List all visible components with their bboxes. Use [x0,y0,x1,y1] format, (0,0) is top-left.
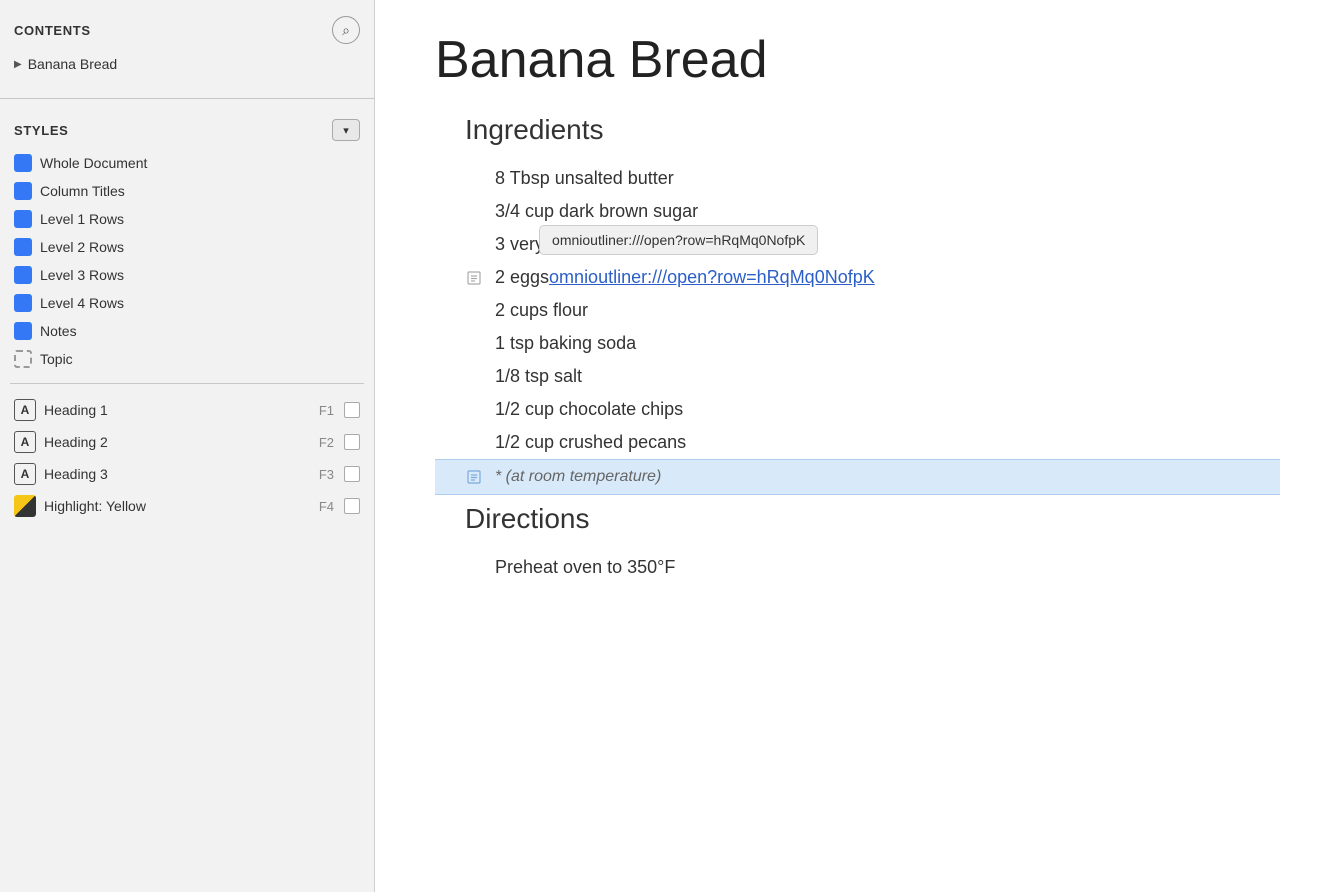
styles-list: Whole Document Column Titles Level 1 Row… [0,149,374,373]
contents-label: CONTENTS [14,23,91,38]
table-row: Preheat oven to 350°F [435,551,1280,584]
directions-heading: Directions [435,503,1280,535]
row-text: 3/4 cup dark brown sugar [495,201,698,222]
table-row: 3/4 cup dark brown sugar [435,195,1280,228]
heading-shortcut: F3 [319,467,334,482]
table-row: 2 eggs omnioutliner:///open?row=hRqMq0No… [435,261,1280,294]
style-icon-blue [14,266,32,284]
heading-item-label: Heading 1 [44,402,319,418]
row-text-prefix: 2 eggs [495,267,549,288]
style-icon-blue [14,322,32,340]
heading-checkbox[interactable] [344,466,360,482]
style-item-topic[interactable]: Topic [10,345,364,373]
table-row: 8 Tbsp unsalted butter [435,162,1280,195]
row-text: 1/8 tsp salt [495,366,582,387]
heading-item-highlight-yellow[interactable]: Highlight: Yellow F4 [10,490,364,522]
heading-item-label: Heading 3 [44,466,319,482]
tree-item-label: Banana Bread [28,56,118,72]
style-icon-blue [14,182,32,200]
heading-item-label: Highlight: Yellow [44,498,319,514]
table-row: 1/2 cup crushed pecans [435,426,1280,459]
style-item-level2-rows[interactable]: Level 2 Rows [10,233,364,261]
ingredients-section: Ingredients 8 Tbsp unsalted butter 3/4 c… [435,114,1280,495]
row-text: 1/2 cup crushed pecans [495,432,686,453]
directions-section: Directions Preheat oven to 350°F [435,503,1280,584]
heading-item-3[interactable]: A Heading 3 F3 [10,458,364,490]
style-item-notes[interactable]: Notes [10,317,364,345]
styles-label: STYLES [14,123,68,138]
table-row: 2 cups flour [435,294,1280,327]
styles-dropdown-button[interactable]: ▾ [332,119,360,141]
content-inner: Banana Bread Ingredients 8 Tbsp unsalted… [375,0,1340,624]
contents-styles-divider [0,98,374,99]
heading-checkbox[interactable] [344,498,360,514]
tooltip-container: omnioutliner:///open?row=hRqMq0NofpK omn… [549,267,875,288]
heading-icon-a: A [14,431,36,453]
table-row: 3 very r [435,228,1280,261]
style-item-label: Column Titles [40,183,125,199]
row-text: 1 tsp baking soda [495,333,636,354]
row-text: 1/2 cup chocolate chips [495,399,683,420]
style-icon-blue [14,238,32,256]
main-content: Banana Bread Ingredients 8 Tbsp unsalted… [375,0,1340,892]
row-text: Preheat oven to 350°F [495,557,675,578]
row-text: 8 Tbsp unsalted butter [495,168,674,189]
heading-items: A Heading 1 F1 A Heading 2 F2 A Heading … [0,394,374,522]
style-item-level1-rows[interactable]: Level 1 Rows [10,205,364,233]
heading-icon-a: A [14,463,36,485]
style-item-label: Notes [40,323,77,339]
style-item-label: Topic [40,351,73,367]
style-item-level4-rows[interactable]: Level 4 Rows [10,289,364,317]
document-title: Banana Bread [435,30,1280,90]
heading-checkbox[interactable] [344,434,360,450]
style-icon-blue [14,210,32,228]
row-text: 2 cups flour [495,300,588,321]
style-icon-blue [14,294,32,312]
ingredients-heading: Ingredients [435,114,1280,146]
table-row: 1/2 cup chocolate chips [435,393,1280,426]
note-text: * (at room temperature) [495,468,661,486]
style-icon-blue [14,154,32,172]
heading-checkbox[interactable] [344,402,360,418]
contents-header: CONTENTS ⌕ [0,0,374,54]
style-item-label: Level 1 Rows [40,211,124,227]
heading-shortcut: F2 [319,435,334,450]
omni-link[interactable]: omnioutliner:///open?row=hRqMq0NofpK [549,267,875,287]
table-row: 1 tsp baking soda [435,327,1280,360]
note-row-icon [465,468,483,486]
heading-shortcut: F1 [319,403,334,418]
heading-item-1[interactable]: A Heading 1 F1 [10,394,364,426]
style-item-label: Level 4 Rows [40,295,124,311]
note-row: * (at room temperature) [435,459,1280,495]
heading-item-label: Heading 2 [44,434,319,450]
style-item-label: Whole Document [40,155,147,171]
highlight-yellow-icon [14,495,36,517]
row-text: 3 very r [495,234,555,255]
style-item-label: Level 2 Rows [40,239,124,255]
heading-shortcut: F4 [319,499,334,514]
tree-item-banana-bread[interactable]: ▶ Banana Bread [14,54,360,74]
search-icon[interactable]: ⌕ [332,16,360,44]
sidebar: CONTENTS ⌕ ▶ Banana Bread STYLES ▾ Whole… [0,0,375,892]
style-item-level3-rows[interactable]: Level 3 Rows [10,261,364,289]
style-icon-dashed [14,350,32,368]
style-item-whole-document[interactable]: Whole Document [10,149,364,177]
row-handle-icon [465,269,483,287]
table-row: 1/8 tsp salt [435,360,1280,393]
contents-tree: ▶ Banana Bread [0,54,374,90]
heading-item-2[interactable]: A Heading 2 F2 [10,426,364,458]
style-item-column-titles[interactable]: Column Titles [10,177,364,205]
tree-arrow: ▶ [14,59,22,70]
styles-headings-divider [10,383,364,384]
heading-icon-a: A [14,399,36,421]
style-item-label: Level 3 Rows [40,267,124,283]
styles-header: STYLES ▾ [0,107,374,149]
